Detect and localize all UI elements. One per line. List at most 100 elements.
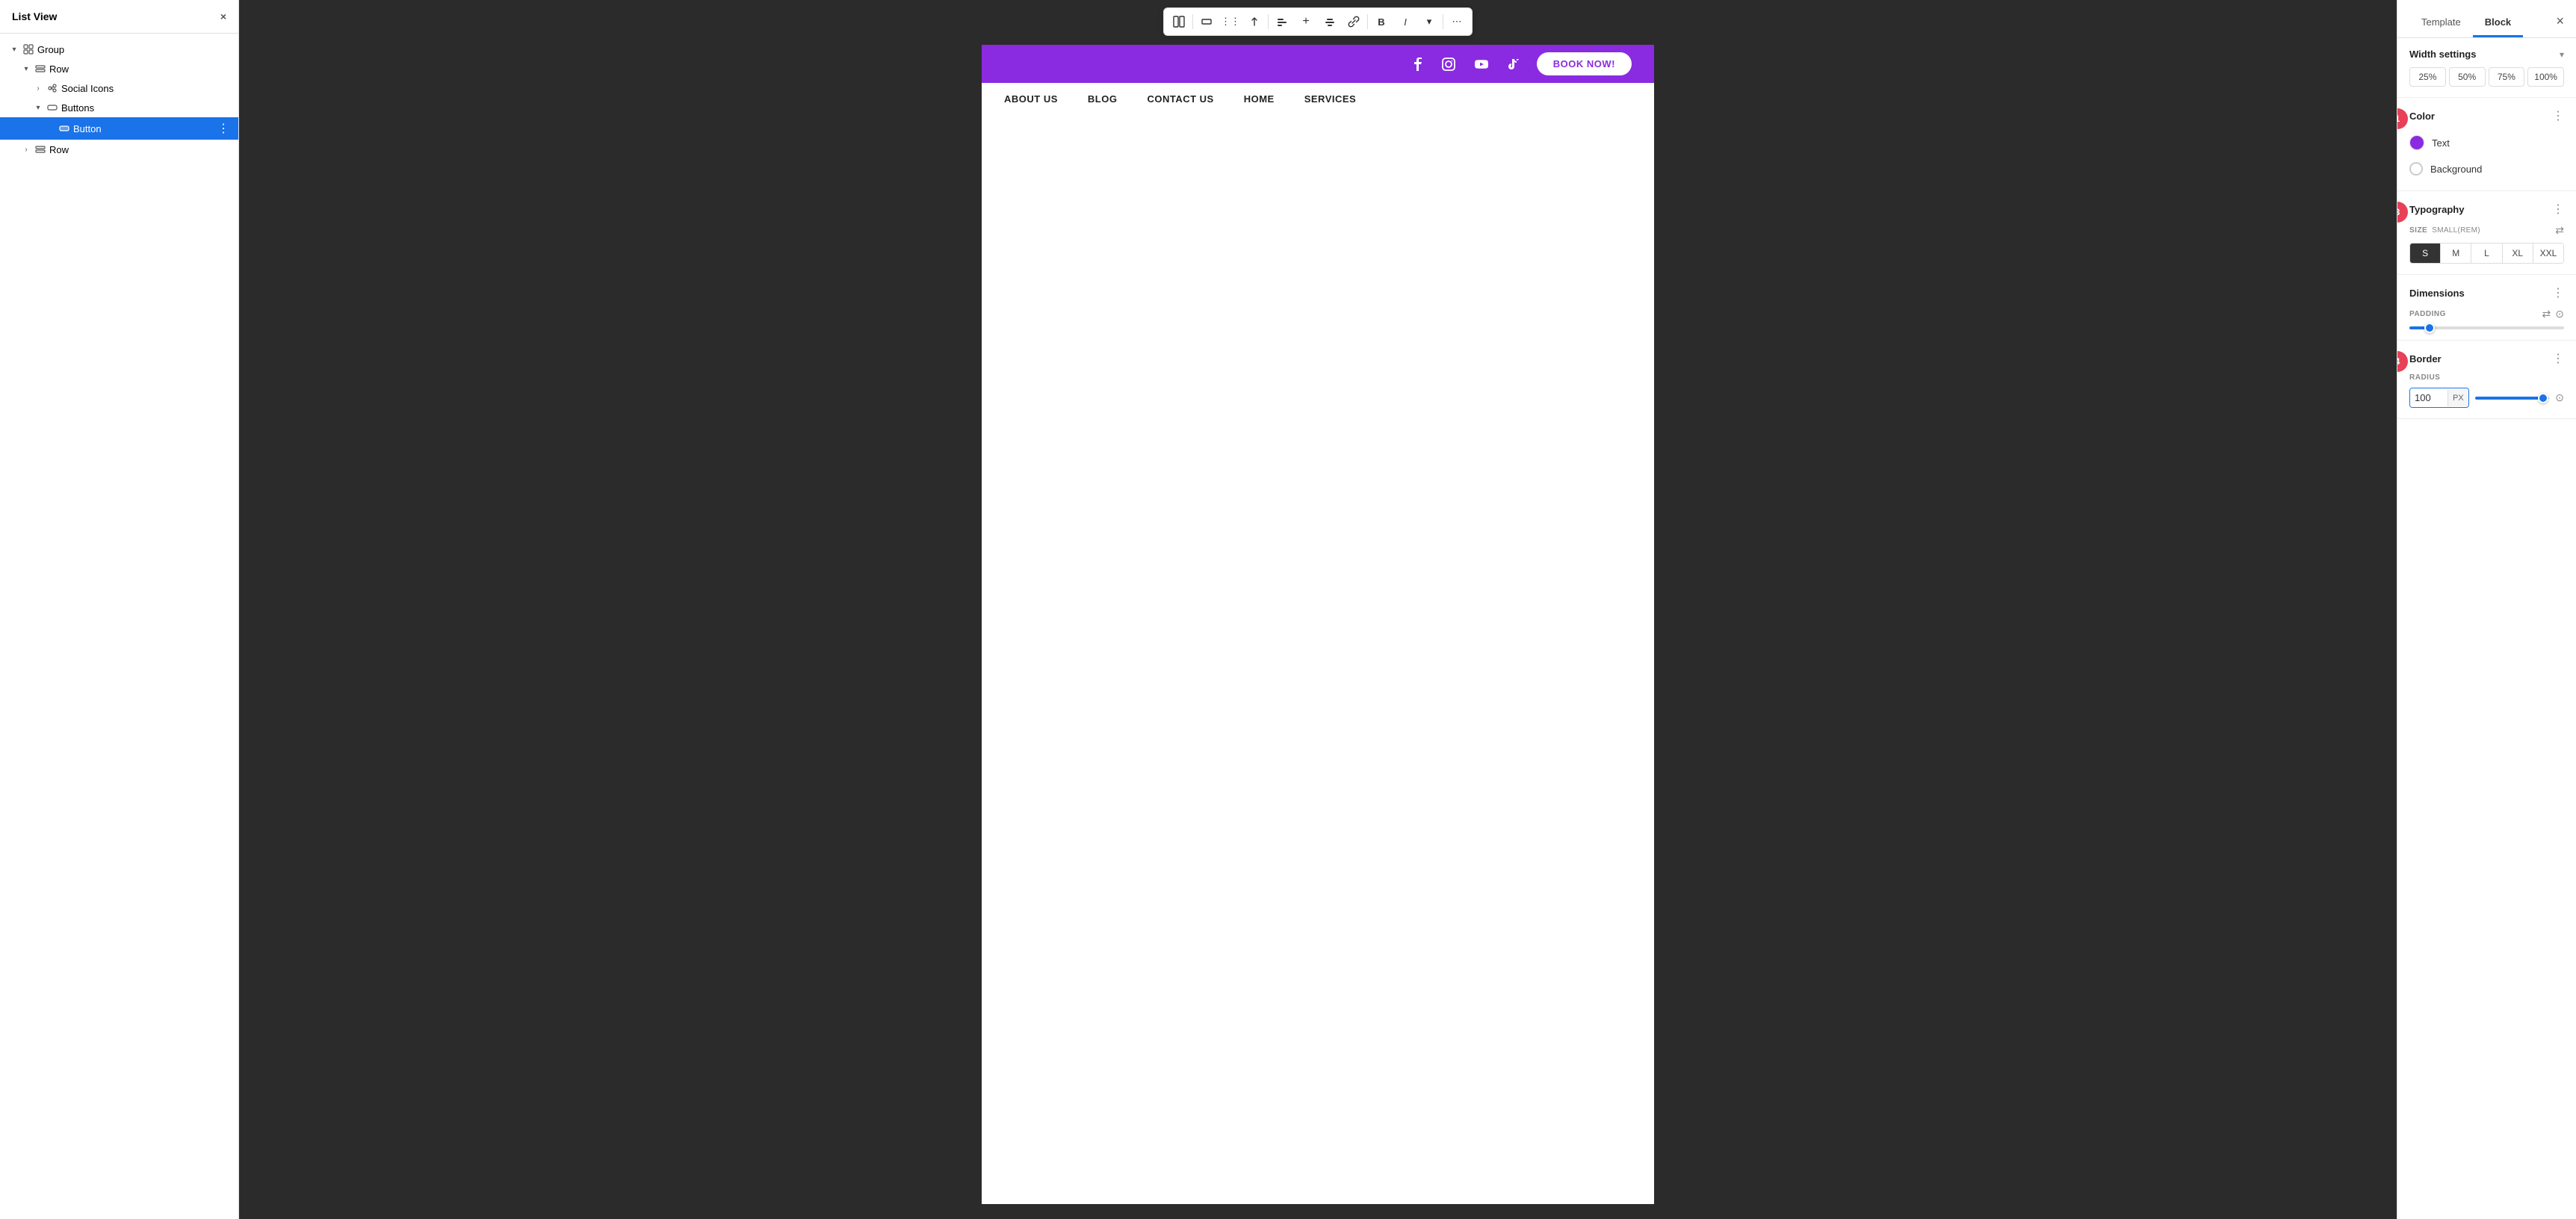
radius-input[interactable] bbox=[2410, 388, 2447, 407]
chevron-down-icon: ▾ bbox=[21, 63, 31, 74]
plus-button[interactable]: + bbox=[1294, 10, 1318, 34]
typography-title: Typography bbox=[2409, 204, 2464, 215]
right-sidebar: Template Block × Width settings ▾ 25% 50… bbox=[2397, 0, 2576, 1219]
padding-link-icon[interactable]: ⊙ bbox=[2555, 308, 2564, 320]
padding-slider-track[interactable] bbox=[2409, 326, 2564, 329]
radius-unit-label: PX bbox=[2447, 390, 2468, 406]
color-number-badge: 1 bbox=[2397, 108, 2408, 129]
toolbar-divider3 bbox=[1367, 14, 1368, 29]
align-left-button[interactable] bbox=[1270, 10, 1294, 34]
tiktok-icon[interactable] bbox=[1504, 54, 1525, 75]
tree-item-row1[interactable]: ▾ Row bbox=[0, 59, 238, 78]
radius-label: RADIUS bbox=[2409, 373, 2440, 382]
tree-item-buttons[interactable]: ▾ Buttons bbox=[0, 98, 238, 117]
border-more-icon[interactable]: ⋮ bbox=[2552, 351, 2564, 366]
youtube-icon[interactable] bbox=[1471, 54, 1492, 75]
link-button[interactable] bbox=[1342, 10, 1366, 34]
row2-label: Row bbox=[49, 144, 229, 155]
typography-section-header: Typography ⋮ bbox=[2409, 202, 2564, 217]
chevron-right-icon: › bbox=[21, 144, 31, 155]
color-section-title: Color bbox=[2409, 111, 2435, 122]
book-now-button[interactable]: BOOK NOW! bbox=[1537, 52, 1632, 75]
nav-item-blog[interactable]: BLOG bbox=[1088, 93, 1118, 105]
facebook-icon[interactable] bbox=[1405, 54, 1426, 75]
nav-item-about[interactable]: ABOUT US bbox=[1004, 93, 1058, 105]
arrows-button[interactable] bbox=[1242, 10, 1266, 34]
tab-template[interactable]: Template bbox=[2409, 10, 2473, 37]
size-sub-label: SIZE bbox=[2409, 226, 2427, 235]
main-canvas: ⋮⋮ + bbox=[239, 0, 2397, 1219]
group-label: Group bbox=[37, 44, 229, 55]
typography-section: 3 Typography ⋮ SIZE SMALL(REM) ⇄ S M L X… bbox=[2397, 191, 2576, 275]
tab-block[interactable]: Block bbox=[2473, 10, 2523, 37]
radius-slider-thumb[interactable] bbox=[2538, 393, 2548, 403]
width-settings-header: Width settings ▾ bbox=[2409, 49, 2564, 60]
padding-slider-container[interactable] bbox=[2409, 326, 2564, 329]
size-buttons: S M L XL XXL bbox=[2409, 243, 2564, 264]
text-color-label: Text bbox=[2432, 137, 2450, 149]
width-25-button[interactable]: 25% bbox=[2409, 67, 2446, 87]
padding-settings-icon[interactable]: ⇄ bbox=[2542, 308, 2551, 320]
tree-item-row2[interactable]: › Row bbox=[0, 140, 238, 159]
social-icons-label: Social Icons bbox=[61, 83, 229, 94]
color-section: 1 Color ⋮ Text Background bbox=[2397, 98, 2576, 191]
italic-button[interactable]: I bbox=[1393, 10, 1417, 34]
size-xl-button[interactable]: XL bbox=[2503, 244, 2533, 263]
tree-item-social-icons[interactable]: › Social Icons bbox=[0, 78, 238, 98]
width-100-button[interactable]: 100% bbox=[2527, 67, 2564, 87]
align-center-button[interactable] bbox=[1318, 10, 1342, 34]
size-xxl-button[interactable]: XXL bbox=[2533, 244, 2563, 263]
dimensions-title: Dimensions bbox=[2409, 288, 2465, 299]
font-dropdown-button[interactable]: ▾ bbox=[1417, 10, 1441, 34]
dimensions-section-header: Dimensions ⋮ bbox=[2409, 285, 2564, 300]
color-more-icon[interactable]: ⋮ bbox=[2552, 108, 2564, 123]
tree-item-button[interactable]: › Button ⋮ bbox=[0, 117, 238, 140]
nav-bar: ABOUT US BLOG CONTACT US HOME SERVICES bbox=[982, 83, 1654, 115]
bold-button[interactable]: B bbox=[1369, 10, 1393, 34]
size-s-button[interactable]: S bbox=[2410, 244, 2441, 263]
social-icons-icon bbox=[46, 82, 58, 94]
close-list-view-icon[interactable]: × bbox=[220, 10, 226, 22]
background-radio[interactable] bbox=[2409, 162, 2423, 176]
chevron-down-icon: ▾ bbox=[1427, 16, 1432, 28]
right-tabs: Template Block bbox=[2409, 10, 2523, 37]
width-75-button[interactable]: 75% bbox=[2489, 67, 2525, 87]
background-color-label: Background bbox=[2430, 164, 2482, 175]
background-color-row[interactable]: Background bbox=[2409, 158, 2564, 180]
tree-list: ▾ Group ▾ Row bbox=[0, 34, 238, 1219]
nav-item-services[interactable]: SERVICES bbox=[1304, 93, 1357, 105]
buttons-icon bbox=[46, 102, 58, 114]
padding-slider-thumb[interactable] bbox=[2424, 323, 2435, 333]
tree-item-group[interactable]: ▾ Group bbox=[0, 40, 238, 59]
border-section-header: Border ⋮ bbox=[2409, 351, 2564, 366]
width-settings-chevron-icon[interactable]: ▾ bbox=[2560, 49, 2564, 60]
inline-button[interactable] bbox=[1195, 10, 1219, 34]
left-sidebar-header: List View × bbox=[0, 0, 238, 34]
size-l-button[interactable]: L bbox=[2471, 244, 2502, 263]
list-view-title: List View bbox=[12, 10, 57, 22]
button-more-icon[interactable]: ⋮ bbox=[217, 121, 229, 136]
close-right-sidebar-icon[interactable]: × bbox=[2556, 13, 2564, 35]
text-color-dot bbox=[2409, 135, 2424, 150]
radius-slider-track[interactable] bbox=[2475, 397, 2550, 400]
typography-more-icon[interactable]: ⋮ bbox=[2552, 202, 2564, 217]
buttons-label: Buttons bbox=[61, 102, 229, 114]
nav-item-home[interactable]: HOME bbox=[1244, 93, 1275, 105]
layout-toggle-button[interactable] bbox=[1167, 10, 1191, 34]
text-color-row[interactable]: Text bbox=[2409, 131, 2564, 155]
nav-item-contact[interactable]: CONTACT US bbox=[1147, 93, 1213, 105]
typography-settings-icon[interactable]: ⇄ bbox=[2555, 224, 2564, 237]
drag-handle-button[interactable]: ⋮⋮ bbox=[1219, 10, 1242, 34]
button-icon bbox=[58, 122, 70, 134]
width-50-button[interactable]: 50% bbox=[2449, 67, 2486, 87]
padding-label-row: PADDING ⇄ ⊙ bbox=[2409, 308, 2564, 320]
width-settings-title: Width settings bbox=[2409, 49, 2476, 60]
radius-link-icon[interactable]: ⊙ bbox=[2555, 391, 2564, 404]
instagram-icon[interactable] bbox=[1438, 54, 1459, 75]
size-m-button[interactable]: M bbox=[2441, 244, 2471, 263]
chevron-down-icon: ▾ bbox=[33, 102, 43, 113]
group-icon bbox=[22, 43, 34, 55]
more-options-button[interactable]: ⋯ bbox=[1445, 10, 1469, 34]
dimensions-more-icon[interactable]: ⋮ bbox=[2552, 285, 2564, 300]
page-frame: BOOK NOW! ABOUT US BLOG CONTACT US HOME … bbox=[982, 45, 1654, 1204]
